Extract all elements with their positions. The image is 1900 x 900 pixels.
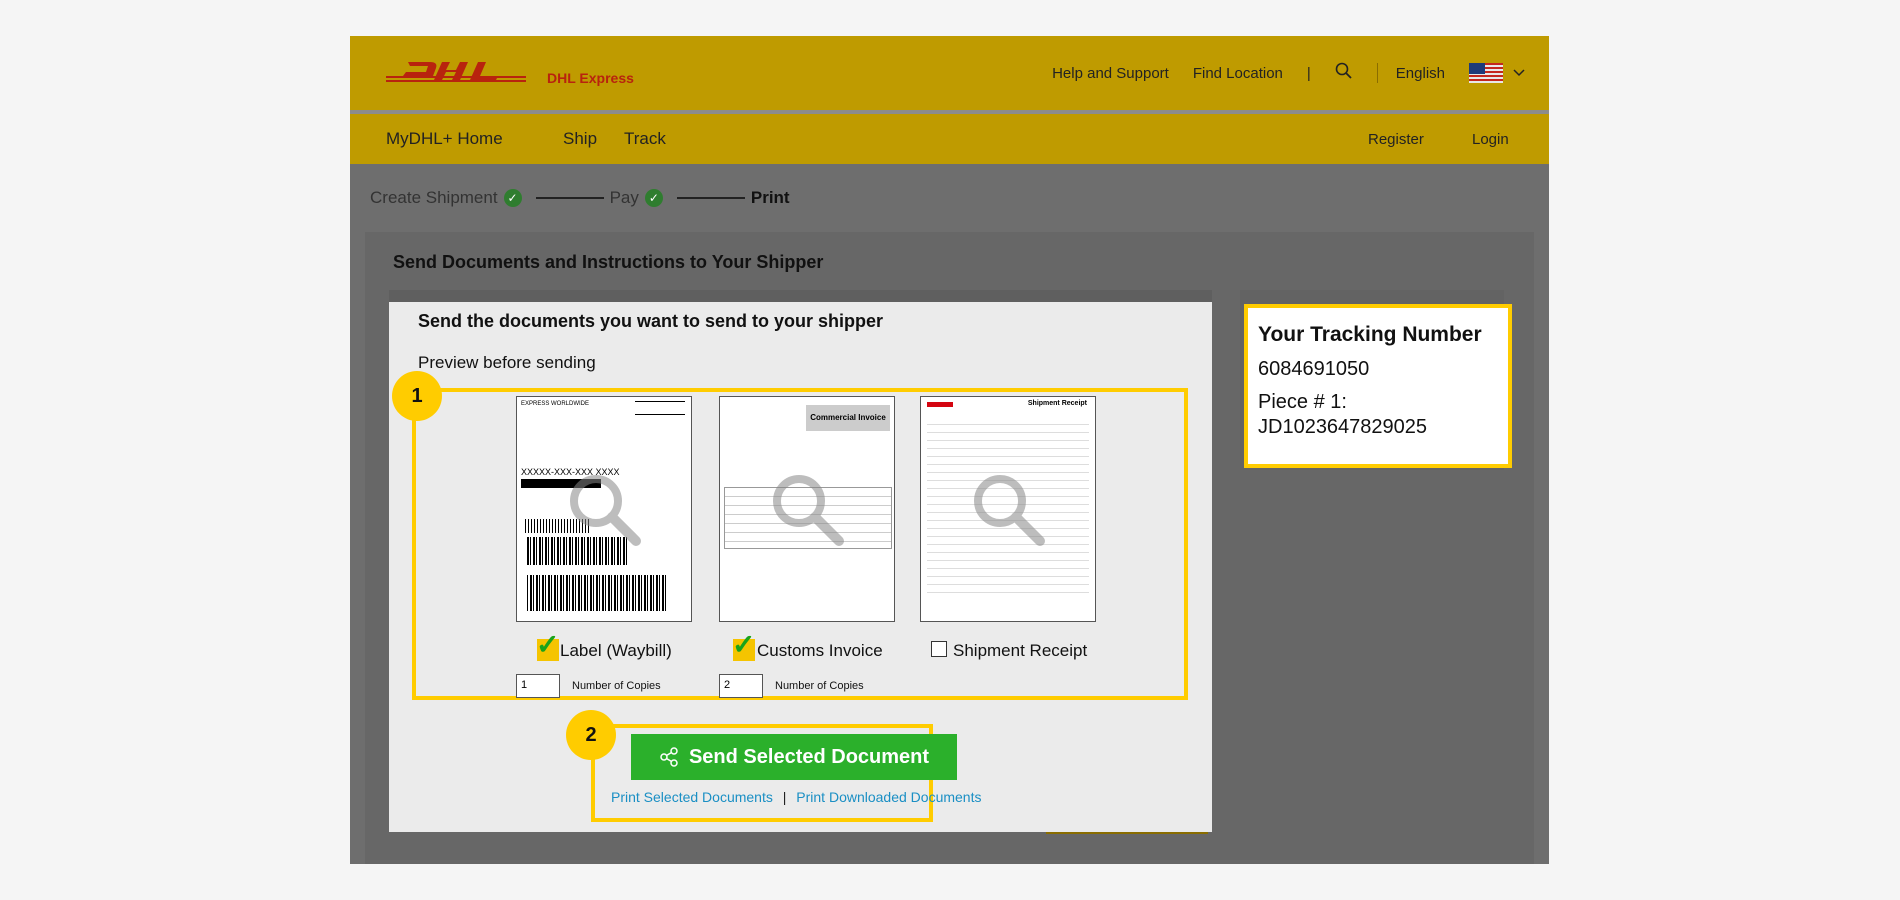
check-icon: ✓: [503, 189, 522, 207]
brand-name: DHL Express: [547, 70, 634, 86]
shipment-receipt-label: Shipment Receipt: [953, 641, 1088, 660]
tracking-number: 6084691050: [1258, 358, 1370, 380]
customs-invoice-preview[interactable]: Commercial Invoice: [719, 396, 895, 622]
nav-separator: [1376, 63, 1378, 83]
chevron-down-icon[interactable]: [1513, 66, 1525, 80]
page-title: Send Documents and Instructions to Your …: [393, 252, 824, 272]
preview-heading: Commercial Invoice: [806, 405, 890, 431]
invoice-copies-input[interactable]: 2: [719, 674, 763, 698]
share-icon: [660, 747, 678, 767]
step-badge-1: 1: [392, 371, 442, 421]
progress-steps: Create Shipment ✓ Pay ✓ Print: [370, 188, 790, 208]
nav-register[interactable]: Register: [1368, 131, 1424, 148]
tracking-number-card: Your Tracking Number 6084691050 Piece # …: [1244, 304, 1512, 468]
modal-subtitle: Preview before sending: [418, 353, 596, 372]
link-separator: |: [782, 789, 787, 805]
tracking-title: Your Tracking Number: [1258, 323, 1482, 346]
nav-login[interactable]: Login: [1472, 131, 1509, 148]
waybill-label: Label (Waybill): [560, 641, 672, 660]
print-links: Print Selected Documents | Print Downloa…: [611, 789, 982, 805]
dhl-logo[interactable]: [386, 58, 526, 88]
nav-home[interactable]: MyDHL+ Home: [386, 129, 503, 149]
nav-divider: |: [1306, 64, 1311, 82]
magnifier-icon: [570, 475, 641, 546]
step-badge-2: 2: [566, 710, 616, 760]
magnifier-icon: [974, 475, 1045, 546]
preview-heading: Shipment Receipt: [1027, 400, 1087, 407]
nav-ship[interactable]: Ship: [563, 129, 597, 149]
copies-label: Number of Copies: [572, 680, 661, 692]
help-support-link[interactable]: Help and Support: [1052, 65, 1169, 82]
preview-dhl-mark: [927, 402, 953, 407]
check-icon: ✓: [644, 189, 663, 207]
barcode: [527, 575, 667, 611]
malaysia-flag-icon[interactable]: [1469, 63, 1503, 83]
check-icon: ✓: [536, 629, 560, 660]
step-pay: Pay: [609, 188, 639, 207]
send-documents-modal: Send the documents you want to send to y…: [389, 302, 1212, 832]
top-header: DHL Express Help and Support Find Locati…: [350, 36, 1549, 110]
waybill-copies-input[interactable]: 1: [516, 674, 560, 698]
preview-logo-box: [635, 401, 685, 415]
search-icon[interactable]: [1335, 62, 1353, 84]
modal-title: Send the documents you want to send to y…: [418, 311, 884, 331]
print-selected-link[interactable]: Print Selected Documents: [611, 789, 773, 805]
waybill-checkbox[interactable]: ✓: [536, 629, 559, 661]
customs-invoice-label: Customs Invoice: [757, 641, 883, 660]
language-selector[interactable]: English: [1396, 65, 1445, 82]
main-nav: MyDHL+ Home Ship Track Register Login: [350, 114, 1549, 164]
print-downloaded-link[interactable]: Print Downloaded Documents: [796, 789, 981, 805]
send-selected-document-button[interactable]: Send Selected Document: [631, 734, 957, 780]
shipment-receipt-preview[interactable]: Shipment Receipt: [920, 396, 1096, 622]
top-nav: Help and Support Find Location | English: [1052, 36, 1549, 110]
magnifier-icon: [773, 475, 844, 546]
waybill-preview[interactable]: EXPRESS WORLDWIDE XXXXX-XXX-XXX XXXX: [516, 396, 692, 622]
piece-label: Piece # 1:: [1258, 391, 1347, 413]
copies-label: Number of Copies: [775, 680, 864, 692]
nav-track[interactable]: Track: [624, 129, 666, 149]
check-icon: ✓: [732, 629, 756, 660]
step-print: Print: [750, 188, 790, 207]
shipment-receipt-checkbox[interactable]: [931, 641, 947, 657]
find-location-link[interactable]: Find Location: [1193, 65, 1283, 82]
customs-invoice-checkbox[interactable]: ✓: [732, 629, 755, 661]
preview-heading: EXPRESS WORLDWIDE: [521, 401, 590, 407]
step-create-shipment: Create Shipment: [370, 188, 498, 207]
step-connector: [676, 197, 745, 199]
piece-number: JD1023647829025: [1258, 416, 1428, 438]
send-button-label: Send Selected Document: [688, 745, 930, 768]
step-connector: [535, 197, 604, 199]
